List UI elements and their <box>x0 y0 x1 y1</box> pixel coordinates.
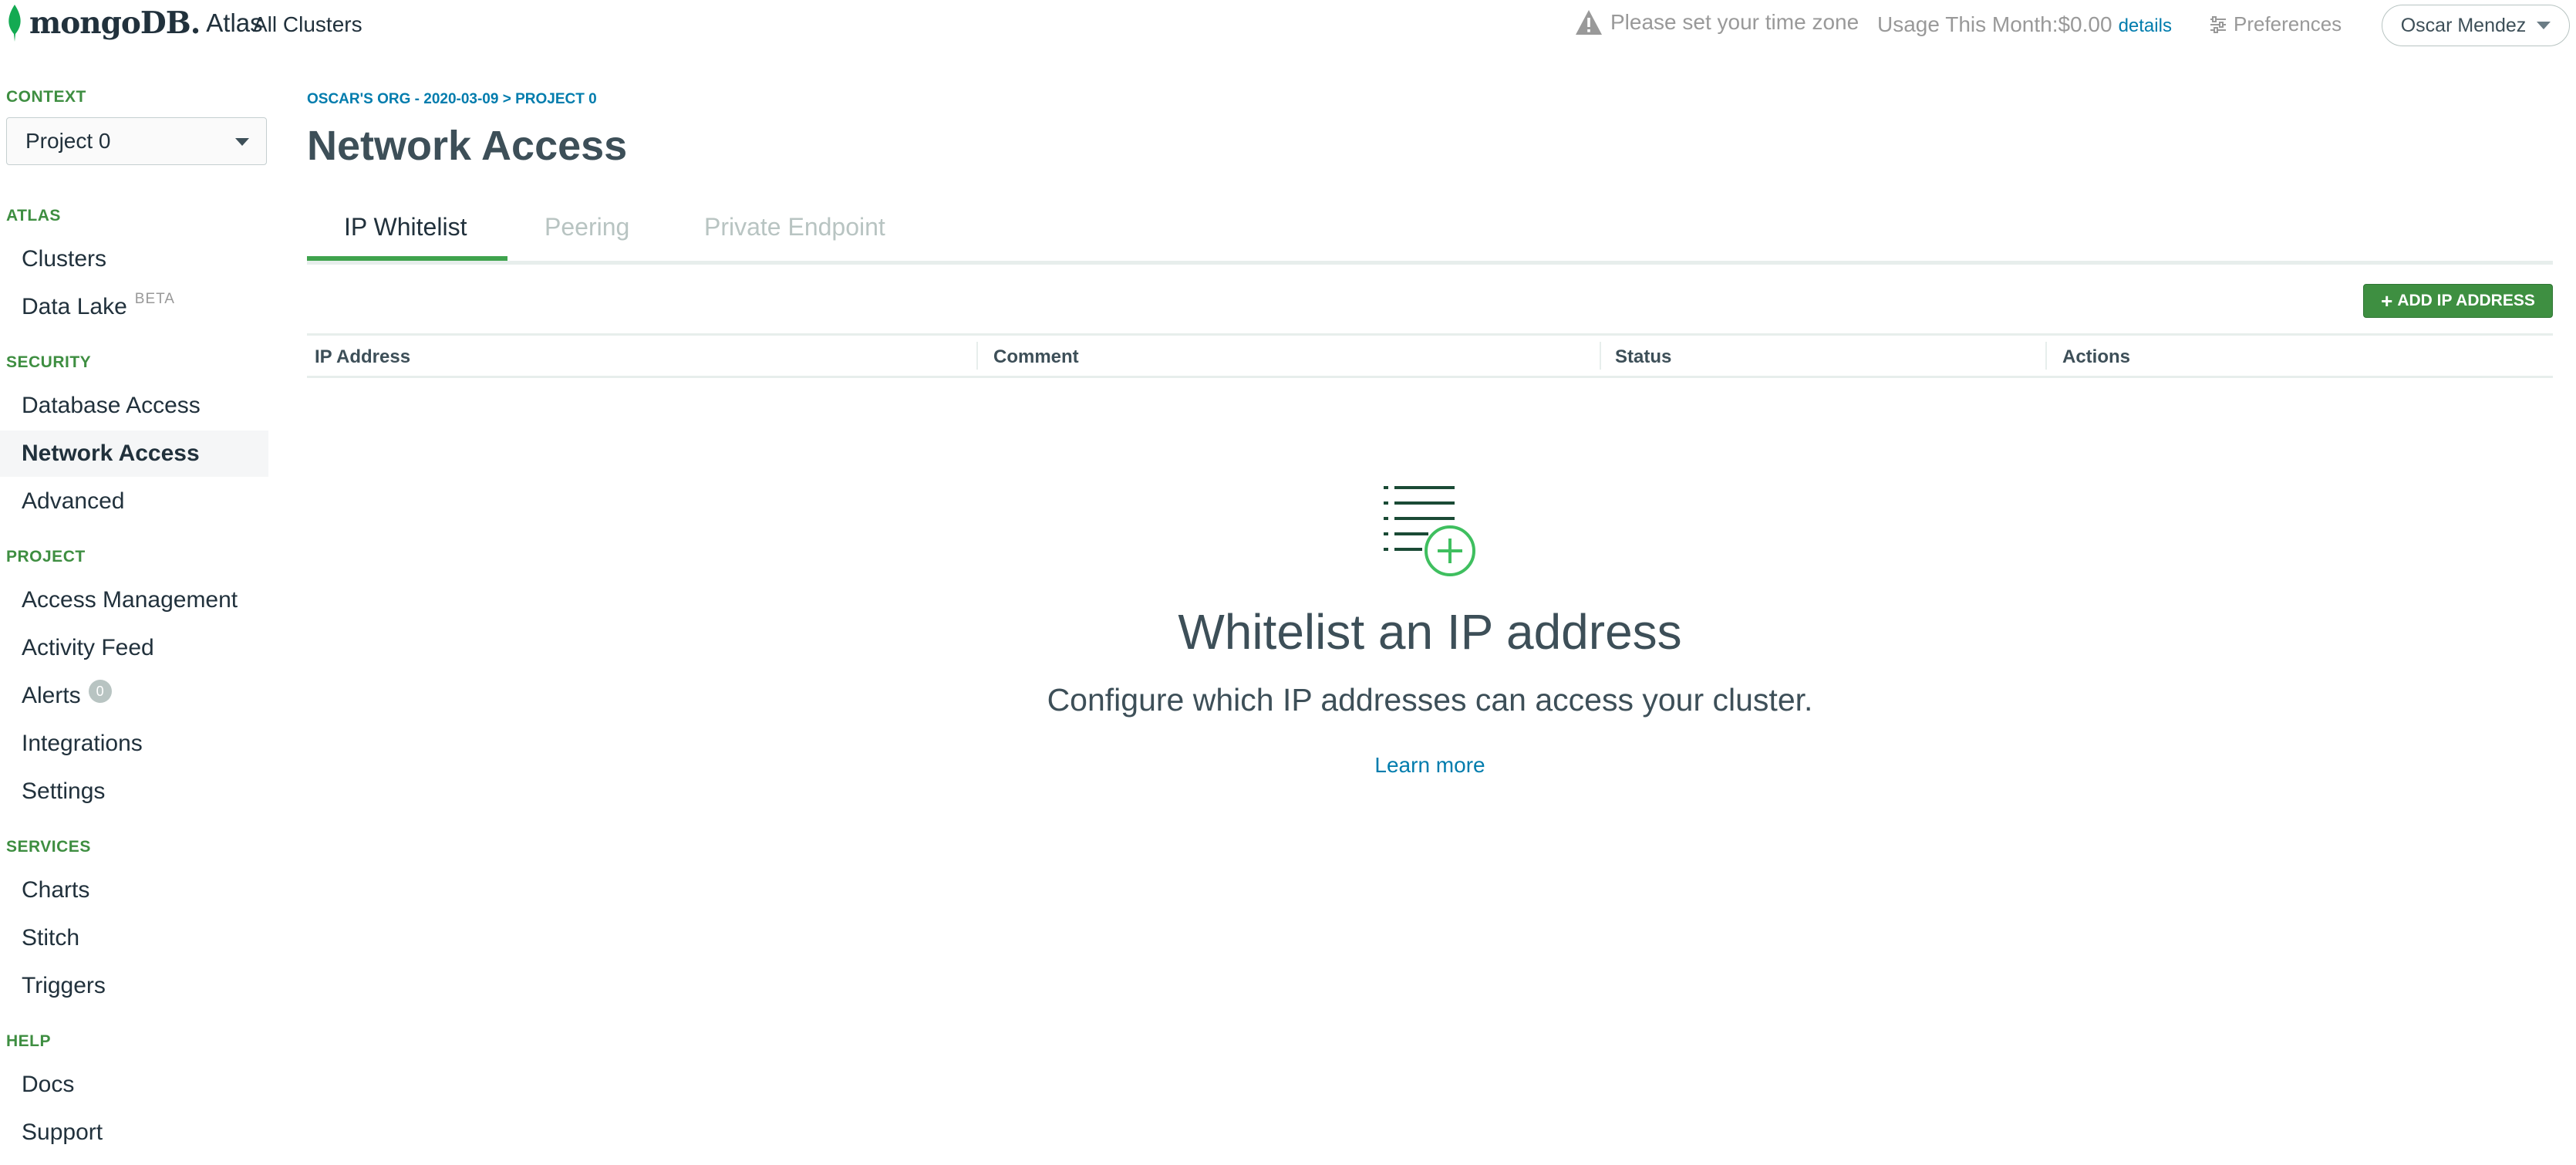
sidebar-item-advanced[interactable]: Advanced <box>0 478 268 525</box>
preferences-link[interactable]: Preferences <box>2209 12 2342 36</box>
preferences-label: Preferences <box>2234 12 2342 35</box>
sidebar-item-database-access[interactable]: Database Access <box>0 383 268 429</box>
sidebar-item-label: Data Lake <box>22 294 127 319</box>
sidebar-item-network-access[interactable]: Network Access <box>0 431 268 477</box>
column-divider <box>1600 342 1601 370</box>
column-header-comment[interactable]: Comment <box>993 346 1079 368</box>
column-header-actions[interactable]: Actions <box>2062 346 2130 368</box>
chevron-down-icon <box>235 138 249 146</box>
usage-details-link[interactable]: details <box>2119 15 2172 36</box>
sidebar-item-label: Support <box>22 1119 103 1145</box>
context-selector-value: Project 0 <box>25 129 111 153</box>
user-name: Oscar Mendez <box>2400 14 2527 36</box>
user-menu-button[interactable]: Oscar Mendez <box>2382 5 2570 46</box>
warning-icon <box>1576 10 1602 35</box>
timezone-notice[interactable]: Please set your time zone <box>1575 9 1859 35</box>
plus-icon: + <box>2381 289 2393 312</box>
context-section-label: CONTEXT <box>6 88 86 106</box>
all-clusters-link[interactable]: All Clusters <box>253 12 362 37</box>
empty-state-subtitle: Configure which IP addresses can access … <box>1047 682 1813 718</box>
column-header-ip-address[interactable]: IP Address <box>315 346 410 368</box>
logo-mongodb-text: mongoDB. <box>29 5 201 41</box>
active-tab-indicator <box>307 256 507 261</box>
project-section-label: PROJECT <box>6 548 86 566</box>
sidebar-item-support[interactable]: Support <box>0 1109 268 1156</box>
tab-bar: IP Whitelist Peering Private Endpoint <box>307 204 2553 265</box>
mongodb-atlas-logo[interactable]: mongoDB. Atlas <box>6 0 263 46</box>
tab-peering[interactable]: Peering <box>545 213 629 241</box>
chevron-down-icon <box>2537 22 2551 29</box>
help-section-label: HELP <box>6 1032 52 1050</box>
page-title: Network Access <box>307 123 628 169</box>
add-list-icon <box>1384 486 1475 576</box>
breadcrumb[interactable]: OSCAR'S ORG - 2020-03-09 > PROJECT 0 <box>307 91 597 108</box>
context-selector[interactable]: Project 0 <box>6 117 267 165</box>
learn-more-container: Learn more <box>0 753 2576 778</box>
sidebar-item-triggers[interactable]: Triggers <box>0 963 268 1009</box>
learn-more-link[interactable]: Learn more <box>1374 753 1485 777</box>
column-header-status[interactable]: Status <box>1615 346 1671 368</box>
sidebar-item-label: Stitch <box>22 925 80 951</box>
tab-ip-whitelist[interactable]: IP Whitelist <box>344 213 467 241</box>
table-header: IP Address Comment Status Actions <box>307 333 2553 378</box>
timezone-notice-text: Please set your time zone <box>1610 10 1860 34</box>
security-section-label: SECURITY <box>6 353 92 371</box>
sidebar-item-charts[interactable]: Charts <box>0 867 268 913</box>
services-section-label: SERVICES <box>6 838 91 856</box>
empty-state-title: Whitelist an IP address <box>1178 604 1682 660</box>
column-divider <box>976 342 978 370</box>
leaf-icon <box>8 5 21 42</box>
usage-amount: Usage This Month:$0.00 <box>1877 12 2112 36</box>
sliders-icon <box>2210 15 2226 33</box>
top-bar: mongoDB. Atlas All Clusters Please set y… <box>0 0 2576 62</box>
sidebar-item-label: Clusters <box>22 246 107 272</box>
sidebar-item-label: Database Access <box>22 393 201 418</box>
sidebar-item-docs[interactable]: Docs <box>0 1062 268 1108</box>
sidebar-item-label: Settings <box>22 778 106 804</box>
sidebar-item-data-lake[interactable]: Data Lake BETA <box>0 284 268 330</box>
sidebar-item-label: Triggers <box>22 973 106 998</box>
sidebar-item-label: Charts <box>22 877 90 903</box>
atlas-section-label: ATLAS <box>6 207 61 225</box>
beta-badge: BETA <box>134 291 175 307</box>
sidebar-item-stitch[interactable]: Stitch <box>0 915 268 961</box>
sidebar-item-label: Advanced <box>22 488 125 514</box>
tab-private-endpoint[interactable]: Private Endpoint <box>704 213 885 241</box>
add-ip-address-button[interactable]: + ADD IP ADDRESS <box>2363 284 2553 318</box>
usage-summary: Usage This Month:$0.00 details <box>1877 12 2172 37</box>
column-divider <box>2045 342 2047 370</box>
sidebar-item-clusters[interactable]: Clusters <box>0 236 268 282</box>
add-ip-address-label: ADD IP ADDRESS <box>2397 292 2535 309</box>
sidebar-item-label: Docs <box>22 1072 75 1097</box>
sidebar-item-label: Network Access <box>22 441 200 466</box>
